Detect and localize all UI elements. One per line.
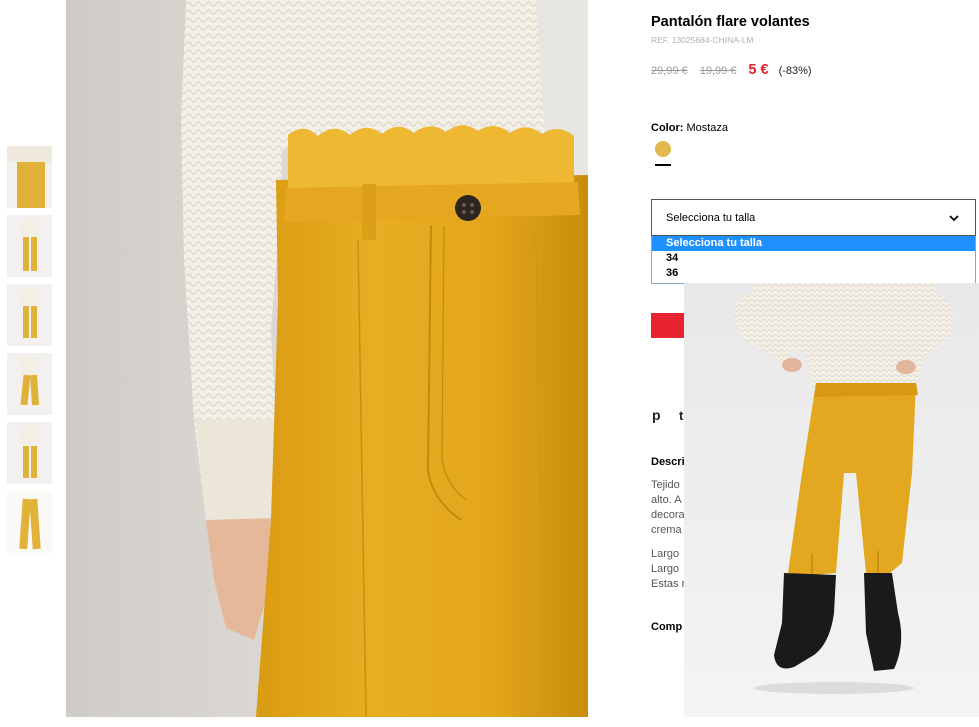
size-dropdown-list: Selecciona tu talla 34 36 38 40 <box>651 236 976 284</box>
color-label: Color: <box>651 122 684 134</box>
thumbnail-4[interactable] <box>7 353 52 415</box>
twitter-icon[interactable]: t <box>679 408 683 423</box>
main-product-image[interactable] <box>66 0 588 717</box>
thumbnail-2[interactable] <box>7 215 52 277</box>
color-value: Mostaza <box>686 122 729 134</box>
composition-heading[interactable]: Comp <box>651 621 682 633</box>
color-swatch-mostaza[interactable] <box>655 141 671 157</box>
size-option[interactable]: Selecciona tu talla <box>652 236 975 251</box>
price-previous: 19,99 € <box>699 65 737 77</box>
chevron-down-icon <box>949 215 959 222</box>
description-text: Tejido alto. A decora crema <box>651 479 685 536</box>
description-heading[interactable]: Descri <box>651 456 685 468</box>
thumbnail-5[interactable] <box>7 422 52 484</box>
price-row: 29,99 € 19,99 € 5 € (-83%) <box>651 62 812 78</box>
discount-badge: (-83%) <box>778 65 812 77</box>
pinterest-icon[interactable]: p <box>652 407 661 423</box>
size-option[interactable]: 34 <box>652 251 975 266</box>
thumbnail-6[interactable] <box>7 491 52 553</box>
color-label-row: Color: Mostaza <box>651 122 728 134</box>
thumbnail-3[interactable] <box>7 284 52 346</box>
measurements-text: Largo Largo Estas r <box>651 548 686 590</box>
product-title: Pantalón flare volantes <box>651 14 810 30</box>
swatch-selected-indicator <box>655 164 671 166</box>
size-select[interactable]: Selecciona tu talla <box>651 199 976 236</box>
price-current: 5 € <box>748 62 769 78</box>
size-select-value: Selecciona tu talla <box>666 212 756 224</box>
product-ref: REF. 13025684-CHINA-LM <box>651 35 754 45</box>
zoom-preview-image <box>684 283 979 717</box>
thumbnail-1[interactable] <box>7 146 52 208</box>
size-option[interactable]: 36 <box>652 266 975 281</box>
price-original: 29,99 € <box>651 65 688 77</box>
thumbnail-strip <box>7 146 52 560</box>
